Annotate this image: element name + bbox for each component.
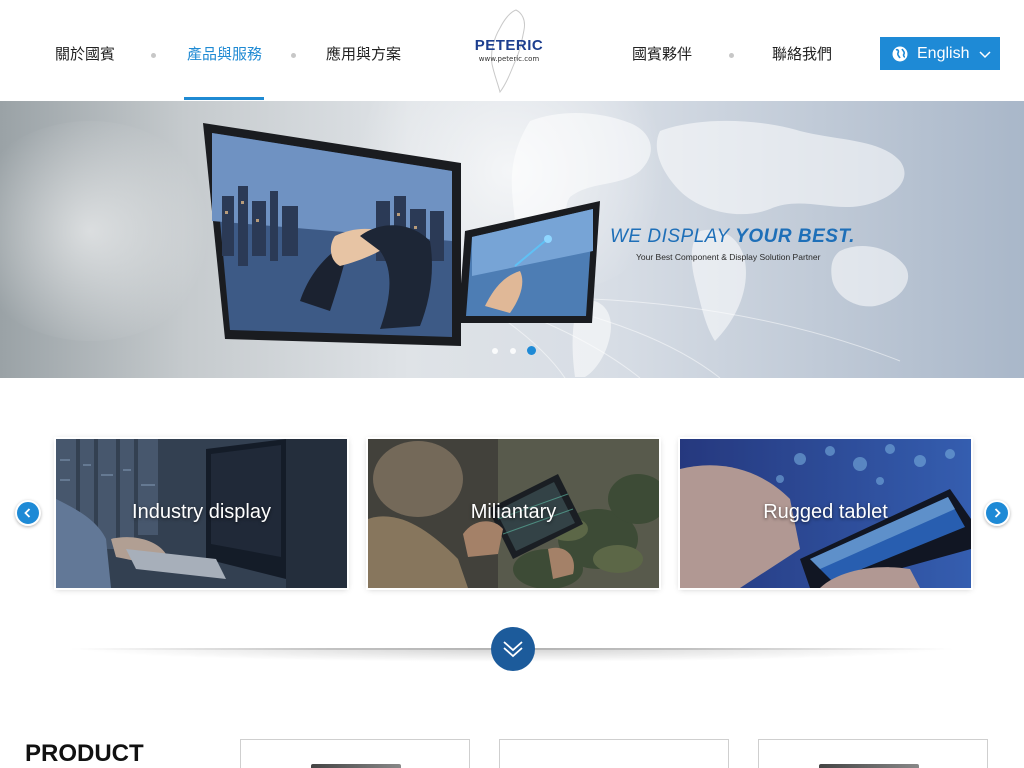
category-label: Industry display <box>132 501 271 523</box>
product-thumbnail <box>819 764 919 768</box>
hero-title: WE DISPLAY YOUR BEST. <box>610 226 855 248</box>
slide-dot-2[interactable] <box>510 348 516 354</box>
nav-separator-dot <box>291 53 296 58</box>
nav-item-applications[interactable]: 應用與方案 <box>326 44 401 64</box>
tablet-large-graphic <box>203 123 461 346</box>
nav-separator-dot <box>729 53 734 58</box>
nav-active-indicator <box>184 97 264 100</box>
slide-dot-1[interactable] <box>492 348 498 354</box>
chevron-left-icon <box>24 508 31 518</box>
product-card[interactable] <box>758 739 988 768</box>
nav-item-partners[interactable]: 國賓夥伴 <box>632 44 692 64</box>
carousel-prev-button[interactable] <box>15 500 41 526</box>
site-header: 關於國賓 產品與服務 應用與方案 PETERIC www.peteric.com… <box>0 0 1024 101</box>
nav-separator-dot <box>151 53 156 58</box>
logo-url: www.peteric.com <box>478 55 540 63</box>
hero-title-bold: YOUR BEST. <box>735 226 855 247</box>
chevron-down-icon <box>979 50 992 58</box>
language-selector[interactable]: English <box>880 37 1000 70</box>
nav-item-contact[interactable]: 聯絡我們 <box>772 44 832 64</box>
hero-title-light: WE DISPLAY <box>610 226 736 247</box>
tablet-small-graphic <box>458 201 600 323</box>
nav-item-about[interactable]: 關於國賓 <box>55 44 115 64</box>
product-card[interactable] <box>240 739 470 768</box>
language-label: English <box>917 44 970 62</box>
category-card-industry-display[interactable]: Industry display <box>56 439 347 588</box>
hero-subtitle: Your Best Component & Display Solution P… <box>636 252 821 262</box>
double-chevron-down-icon <box>503 641 523 658</box>
hero-illustration <box>203 112 909 378</box>
product-section-title: PRODUCT <box>25 740 144 767</box>
hero-banner: WE DISPLAY YOUR BEST. Your Best Componen… <box>0 101 1024 378</box>
product-thumbnail <box>311 764 401 768</box>
category-label: Miliantary <box>470 501 557 523</box>
category-label: Rugged tablet <box>763 501 888 523</box>
logo-wordmark: PETERIC <box>474 37 544 54</box>
chevron-right-icon <box>994 508 1001 518</box>
globe-icon <box>892 46 908 61</box>
category-card-military[interactable]: Miliantary <box>368 439 659 588</box>
carousel-next-button[interactable] <box>984 500 1010 526</box>
slide-dot-3[interactable] <box>527 346 536 355</box>
scroll-down-button[interactable] <box>491 627 535 671</box>
nav-item-products-services[interactable]: 產品與服務 <box>187 44 262 64</box>
site-logo[interactable]: PETERIC www.peteric.com <box>464 8 554 94</box>
category-card-rugged-tablet[interactable]: Rugged tablet <box>680 439 971 588</box>
product-card[interactable] <box>499 739 729 768</box>
